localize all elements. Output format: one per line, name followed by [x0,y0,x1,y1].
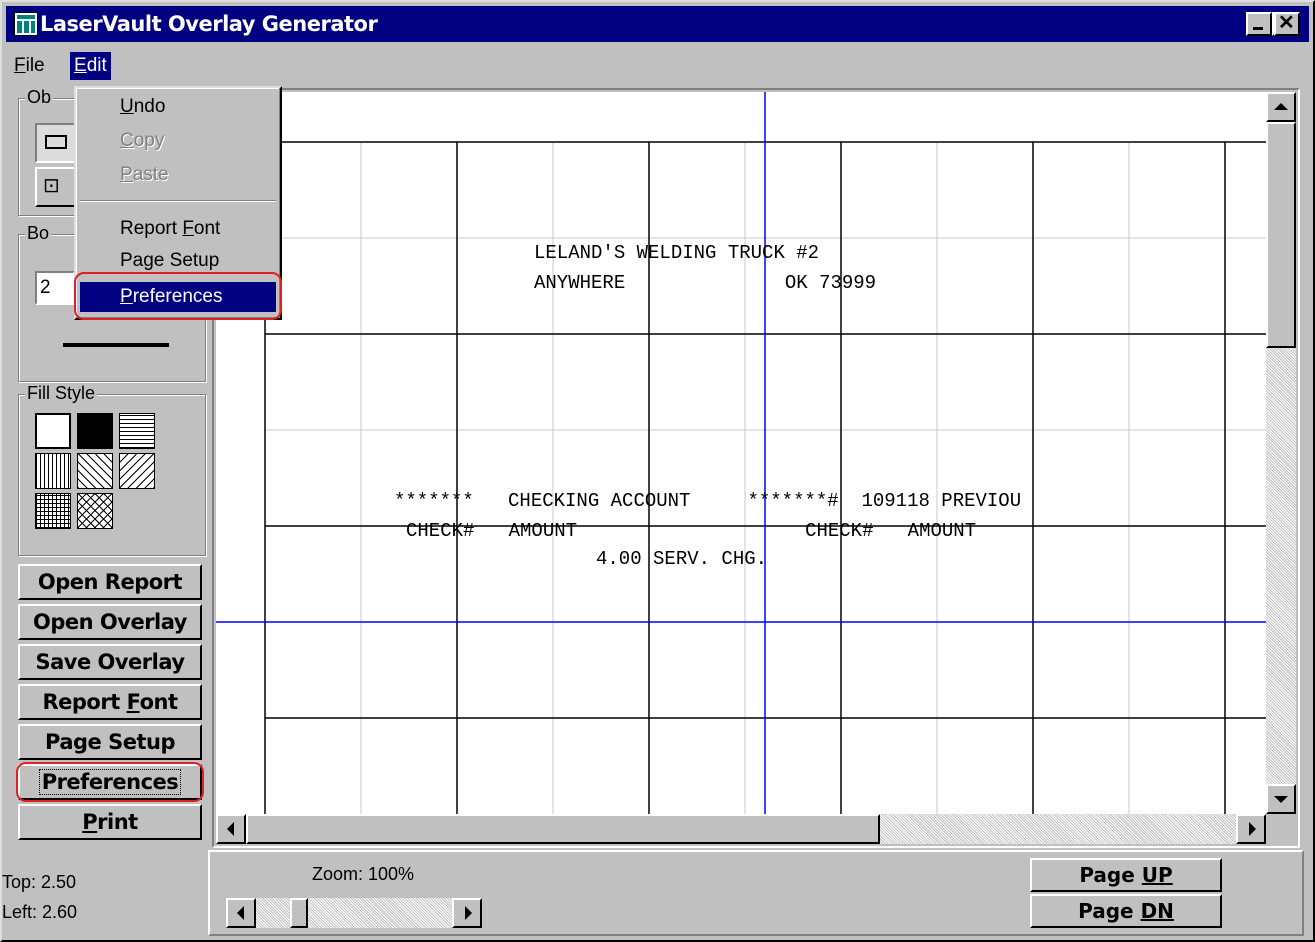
fill-crosshatch-swatch[interactable] [77,493,113,529]
report-line-3: ******* CHECKING ACCOUNT *******# 109118… [394,490,1022,512]
print-button[interactable]: Print [18,804,202,840]
fill-style-label: Fill Style [25,383,98,404]
menu-separator [80,200,276,202]
border-width-value: 2 [40,277,51,298]
rectangle-icon [45,135,67,149]
close-button[interactable]: ✕ [1274,12,1300,36]
menu-item-paste[interactable]: Paste [80,160,276,190]
vertical-scroll-thumb[interactable] [1266,122,1296,348]
arrow-up-icon [1274,103,1288,110]
zoom-slider-thumb[interactable] [290,898,308,928]
report-line-4: CHECK# AMOUNT CHECK# AMOUNT [406,520,977,542]
horizontal-scroll-thumb[interactable] [246,814,880,844]
fill-grid-swatch[interactable] [35,493,71,529]
menu-file[interactable]: File [10,52,49,80]
fill-solid-swatch[interactable] [77,413,113,449]
border-group-label: Bo [25,223,52,244]
bottom-panel: Zoom: 100% Page UP Page DN [208,850,1304,936]
report-line-1: LELAND'S WELDING TRUCK #2 [534,242,820,264]
zoom-slider[interactable] [226,898,482,928]
camera-icon: ⊡ [43,175,60,197]
page-up-button[interactable]: Page UP [1030,858,1222,892]
fill-style-group: Fill Style [18,383,206,556]
fill-diagonal-down-swatch[interactable] [77,453,113,489]
close-icon: ✕ [1278,12,1295,34]
fill-diagonal-up-swatch[interactable] [119,453,155,489]
fill-horizontal-swatch[interactable] [119,413,155,449]
arrow-down-icon [1274,796,1288,803]
menu-item-undo[interactable]: Undo [80,92,276,122]
arrow-left-icon [227,822,234,836]
report-font-button[interactable]: Report Font [18,684,202,720]
image-tool-button[interactable]: ⊡ [35,167,77,207]
vertical-scrollbar[interactable] [1266,92,1296,814]
grid-overlay [216,92,1266,814]
report-line-5: 4.00 SERV. CHG. [596,548,768,570]
preferences-button-highlight [16,762,204,802]
open-report-button[interactable]: Open Report [18,564,202,600]
arrow-right-icon [1249,822,1256,836]
status-top: Top: 2.50 [2,872,77,892]
fill-vertical-swatch[interactable] [35,453,71,489]
scroll-up-button[interactable] [1266,92,1296,122]
menu-bar: File Edit [6,46,1306,80]
arrow-left-icon [237,906,244,920]
page-setup-button[interactable]: Page Setup [18,724,202,760]
border-width-input[interactable]: 2 [35,271,75,305]
status-left: Left: 2.60 [2,902,78,922]
page-down-button[interactable]: Page DN [1030,894,1222,928]
border-line-preview [63,343,169,347]
preferences-menu-highlight [74,272,282,320]
minimize-icon [1253,27,1263,30]
scroll-down-button[interactable] [1266,784,1296,814]
fill-none-swatch[interactable] [35,413,71,449]
zoom-label: Zoom: 100% [312,864,415,884]
scroll-right-button[interactable] [1236,814,1266,844]
object-group-label: Ob [25,87,54,108]
open-overlay-button[interactable]: Open Overlay [18,604,202,640]
title-bar[interactable]: LaserVault Overlay Generator [6,6,1309,42]
menu-item-copy[interactable]: Copy [80,126,276,156]
zoom-increase-button[interactable] [452,898,482,928]
scroll-left-button[interactable] [216,814,246,844]
save-overlay-button[interactable]: Save Overlay [18,644,202,680]
minimize-button[interactable] [1246,12,1272,36]
report-line-2: ANYWHERE OK 73999 [534,272,877,294]
rectangle-tool-button[interactable] [35,123,77,163]
report-canvas[interactable]: LELAND'S WELDING TRUCK #2 ANYWHERE OK 73… [216,92,1266,814]
scroll-corner [1266,814,1296,844]
app-icon[interactable] [14,12,38,36]
arrow-right-icon [465,906,472,920]
horizontal-scrollbar[interactable] [216,814,1266,844]
zoom-decrease-button[interactable] [226,898,256,928]
window-title: LaserVault Overlay Generator [40,12,378,36]
menu-item-report-font[interactable]: Report Font [80,214,276,244]
app-window: LaserVault Overlay Generator ✕ File Edit… [0,0,1315,942]
menu-edit[interactable]: Edit [70,52,111,80]
